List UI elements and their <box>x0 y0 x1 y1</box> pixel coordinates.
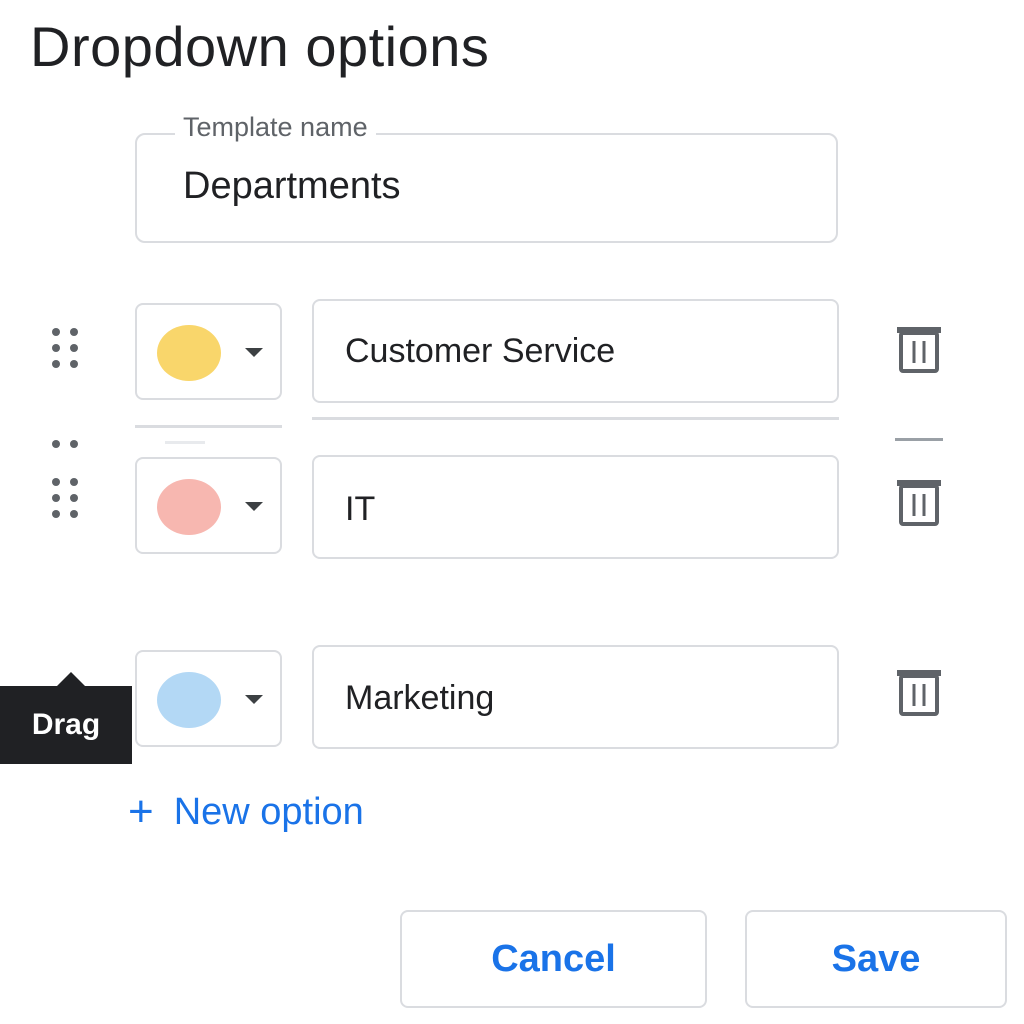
drag-handle-icon[interactable] <box>52 328 80 368</box>
tooltip-arrow <box>57 672 85 686</box>
drag-handle-icon[interactable] <box>52 478 80 518</box>
placeholder-color-picker <box>135 425 282 428</box>
option-input-marketing[interactable]: Marketing <box>312 645 839 749</box>
option-label: Customer Service <box>345 332 616 370</box>
color-picker-button[interactable] <box>135 457 282 554</box>
trash-icon[interactable] <box>895 325 943 375</box>
chevron-down-icon <box>245 695 263 704</box>
template-name-label: Template name <box>175 112 376 143</box>
option-input-customer-service[interactable]: Customer Service <box>312 299 839 403</box>
color-swatch-grey <box>165 441 205 444</box>
trash-icon[interactable] <box>895 478 943 528</box>
color-picker-button[interactable] <box>135 650 282 747</box>
new-option-button[interactable]: + New option <box>128 790 364 834</box>
option-label: IT <box>345 490 376 528</box>
color-swatch-light-blue <box>157 672 221 728</box>
trash-icon[interactable] <box>895 668 943 718</box>
template-name-input[interactable] <box>183 165 783 208</box>
plus-icon: + <box>128 787 154 836</box>
new-option-label: New option <box>173 790 364 833</box>
placeholder-option-input <box>312 417 839 420</box>
option-input-it[interactable]: IT <box>312 455 839 559</box>
trash-icon <box>895 438 943 441</box>
dialog-title: Dropdown options <box>30 15 490 78</box>
save-button[interactable]: Save <box>745 910 1007 1008</box>
chevron-down-icon <box>245 502 263 511</box>
drag-handle-icon <box>52 440 80 448</box>
color-swatch-pink <box>157 479 221 535</box>
drag-tooltip: Drag <box>0 686 132 764</box>
cancel-button[interactable]: Cancel <box>400 910 707 1008</box>
color-swatch-yellow <box>157 325 221 381</box>
color-picker-button[interactable] <box>135 303 282 400</box>
chevron-down-icon <box>245 348 263 357</box>
option-label: Marketing <box>345 679 495 717</box>
